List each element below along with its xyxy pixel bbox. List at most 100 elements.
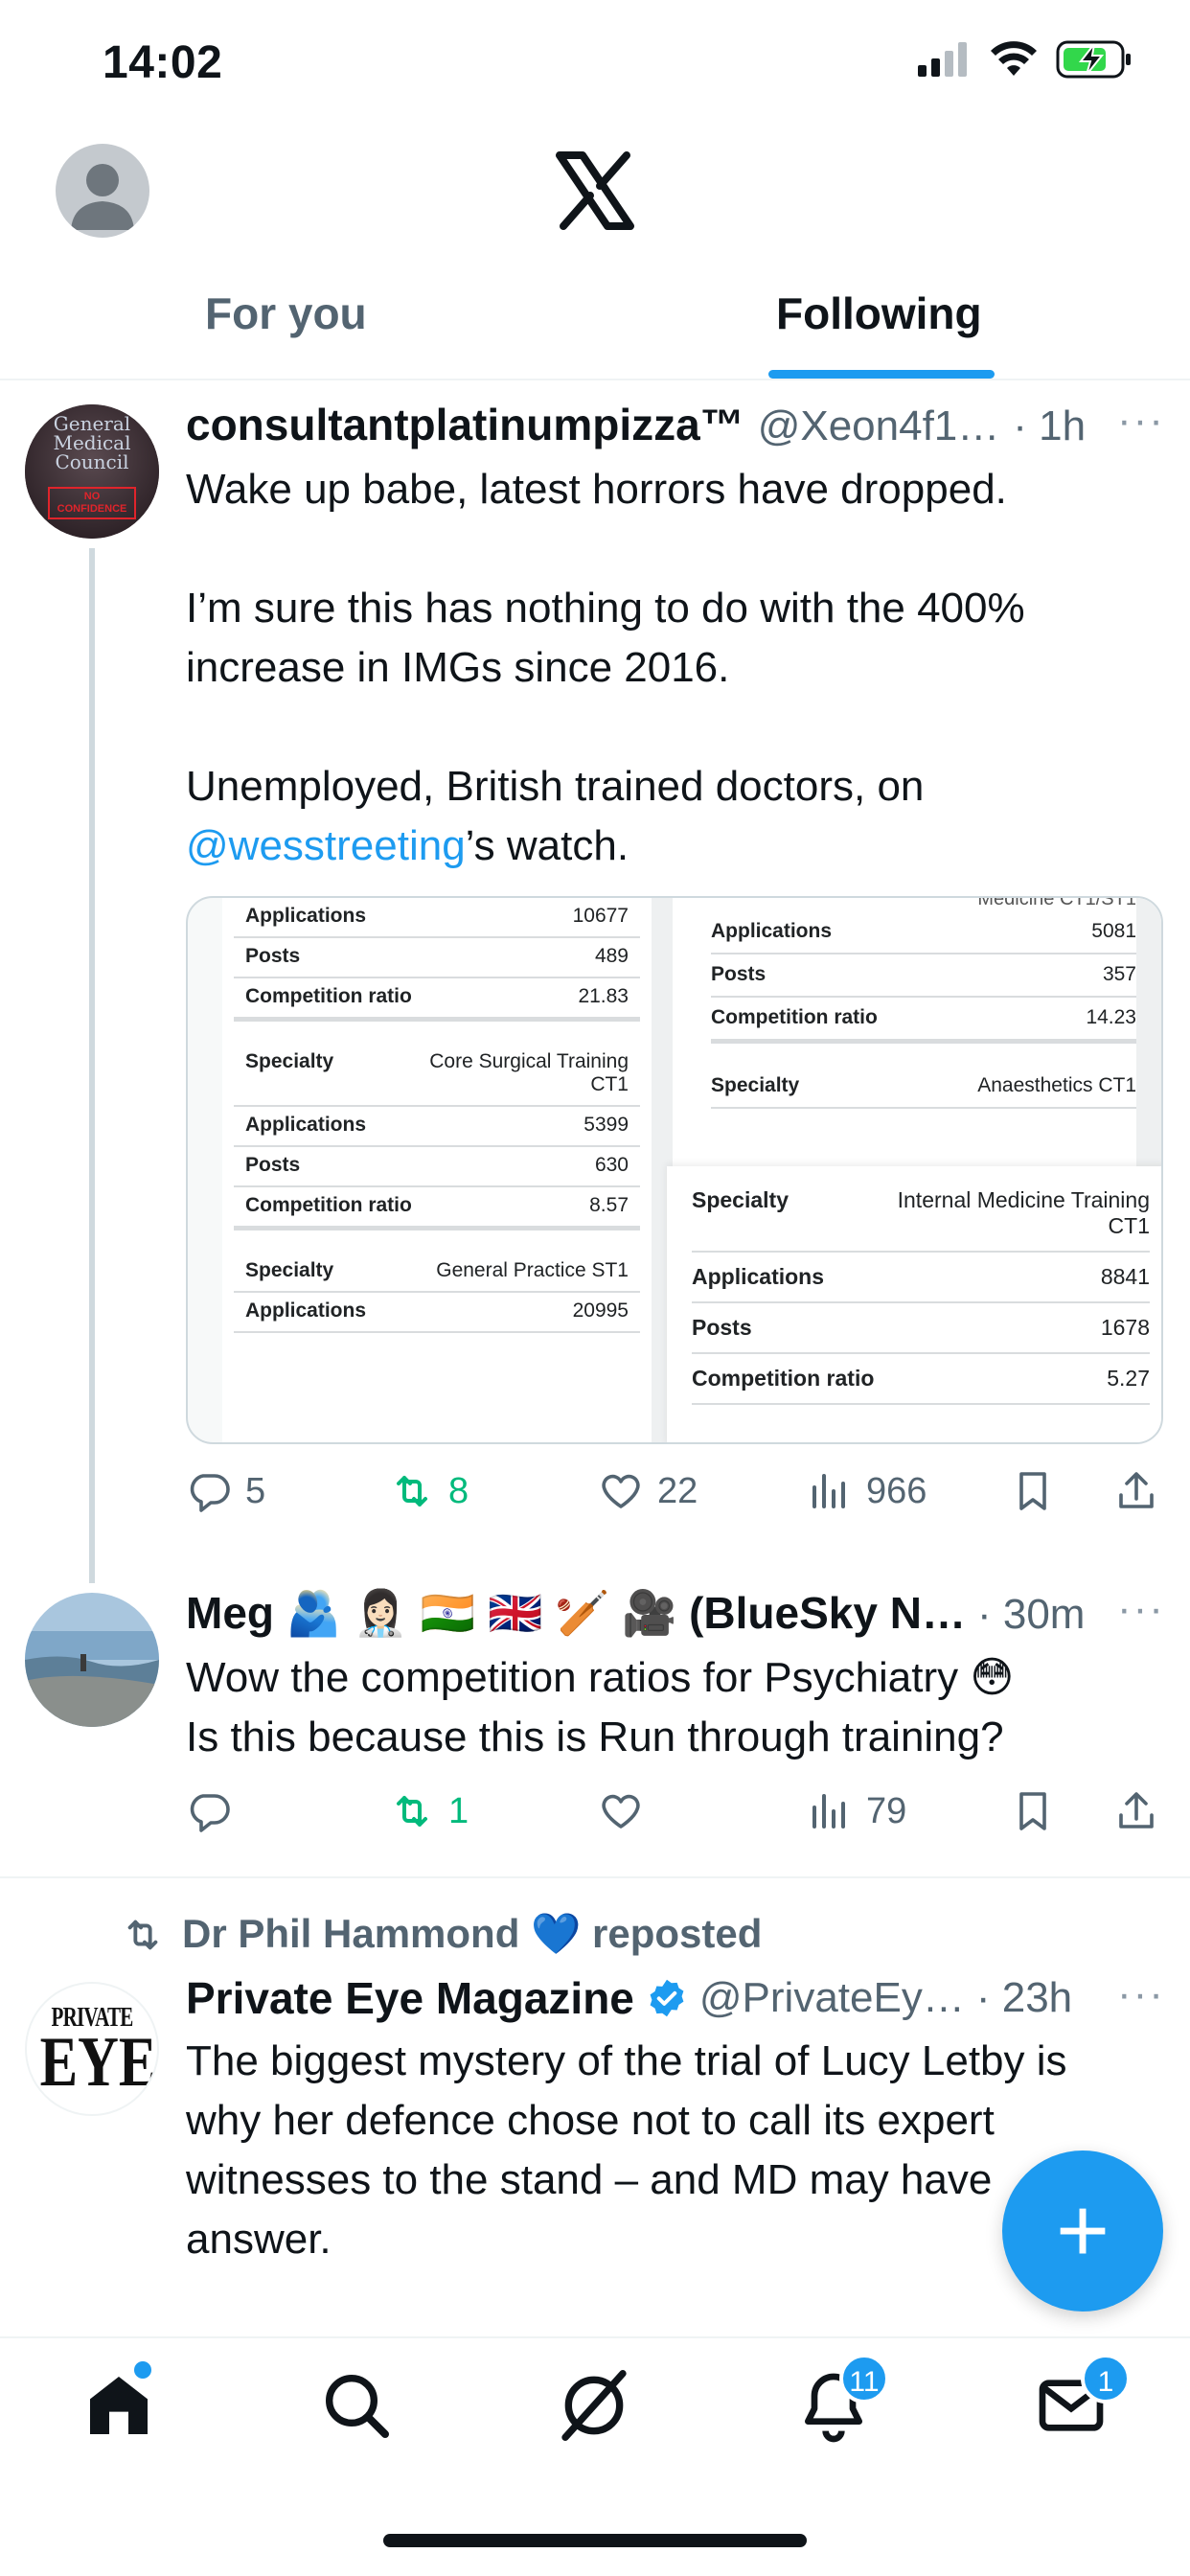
search-icon[interactable] [318,2367,395,2444]
avatar-text-line: Council [55,450,129,473]
verified-badge-icon [650,1979,684,2017]
home-icon[interactable] [80,2367,157,2444]
heart-icon [602,1474,640,1508]
more-options-icon[interactable]: ··· [1117,1970,1165,2018]
media-table-row: Competition ratio 21.83 [234,978,640,1019]
tab-for-you[interactable]: For you [205,288,367,339]
views-button[interactable]: 79 [807,1788,906,1834]
reply-button[interactable]: 5 [186,1468,265,1514]
compose-post-button[interactable]: + [1002,2150,1163,2312]
views-chart-icon [812,1794,845,1828]
tab-following[interactable]: Following [776,288,982,339]
views-chart-icon [812,1474,845,1508]
tweet-time[interactable]: · 23h [976,1974,1072,2022]
media-row-key: Specialty [711,1074,800,1096]
media-row-value: 8841 [1100,1264,1150,1289]
views-button[interactable]: 966 [807,1468,927,1514]
avatar-text-line: Medical [53,431,131,454]
media-row-key: Specialty [692,1187,789,1212]
beach-photo [25,1593,159,1727]
like-button[interactable]: 22 [598,1468,698,1514]
media-table-row: Applications 20995 [234,1293,640,1333]
repost-button[interactable]: 8 [389,1468,469,1514]
media-row-key: Applications [692,1264,825,1289]
tweet-header: Private Eye Magazine @PrivateEy… · 23h [186,1972,1072,2024]
tweet-text-line: why her defence chose not to call its ex… [186,2097,995,2144]
media-table-row: Specialty Core Surgical Training CT1 [234,1044,640,1107]
repost-icon [397,1796,427,1827]
more-options-icon[interactable]: ··· [1117,1585,1165,1633]
tweet-text-line: Is this because this is Run through trai… [186,1714,1004,1760]
media-row-key: Competition ratio [692,1366,875,1391]
tweet-avatar[interactable]: PRIVATE EYE [25,1982,159,2116]
view-count: 966 [866,1470,927,1511]
more-options-icon[interactable]: ··· [1117,397,1165,445]
like-button[interactable] [598,1788,657,1834]
tweet-text: Wow the competition ratios for Psychiatr… [186,1648,1173,1767]
tweet-time[interactable]: · 30m [977,1591,1085,1639]
tweet-text-line: increase in IMGs since 2016. [186,644,730,691]
author-name[interactable]: Meg 🫂 👩🏻‍⚕️ 🇮🇳 🇬🇧 🏏 🎥 (BlueSky N… [186,1587,966,1640]
tweet-avatar[interactable]: General Medical Council NO CONFIDENCE [25,404,159,539]
repost-context[interactable]: Dr Phil Hammond 💙 reposted [121,1911,762,1958]
author-name[interactable]: Private Eye Magazine [186,1972,634,2024]
share-icon[interactable] [1113,1788,1159,1834]
media-table-row: Specialty Internal Medicine Training CT1 [692,1176,1150,1253]
media-row-value: 21.83 [578,985,629,1007]
notifications-badge: 11 [839,2354,889,2404]
mention-link[interactable]: @wesstreeting [186,822,466,869]
media-row-value: 630 [594,1154,629,1176]
media-table-row: Specialty General Practice ST1 [234,1253,640,1293]
media-panel-right-bottom: Specialty Internal Medicine Training CT1 A… [667,1166,1161,1442]
x-logo-icon[interactable] [556,151,634,230]
battery-charging-icon [1056,40,1131,79]
grok-icon[interactable] [556,2367,632,2444]
bookmark-icon[interactable] [1010,1468,1056,1514]
media-row-key: Posts [692,1315,752,1340]
media-row-gap [234,1228,640,1253]
media-row-key: Posts [245,1154,301,1176]
media-table-row: Specialty Anaesthetics CT1 [711,1066,1136,1109]
media-row-key: Specialty [245,1050,334,1072]
media-row-value: 8.57 [589,1194,629,1216]
tweet-time[interactable]: · 1h [1013,402,1086,450]
media-row-value: 5399 [584,1114,629,1136]
media-row-value: 5.27 [1107,1366,1150,1391]
author-handle[interactable]: @Xeon4f1… [758,402,1000,450]
author-name[interactable]: consultantplatinumpizza™ [186,399,744,450]
header-divider [0,379,1190,380]
profile-avatar[interactable] [56,144,149,238]
media-row-value: 357 [1102,963,1136,985]
media-row-value: 14.23 [1086,1006,1136,1028]
media-row-value: Anaesthetics CT1 [977,1074,1136,1096]
media-row-key: Applications [711,920,833,942]
media-row-key: Applications [245,1114,367,1136]
like-count: 22 [657,1470,698,1511]
status-time: 14:02 [103,37,223,88]
tweet-text-line: I’m sure this has nothing to do with the… [186,585,1025,632]
reply-button[interactable] [186,1788,245,1834]
media-row-key: Posts [711,963,767,985]
media-row-value: 5081 [1091,920,1136,942]
media-row-value: Core Surgical Training CT1 [429,1050,629,1095]
bookmark-icon[interactable] [1010,1788,1056,1834]
avatar-text-line: General [53,412,131,435]
media-row-key: Competition ratio [245,1194,412,1216]
repost-button[interactable]: 1 [389,1788,469,1834]
media-row-value: General Practice ST1 [436,1259,629,1281]
media-row-value: 1678 [1100,1315,1150,1340]
repost-icon [127,1920,158,1949]
repost-icon [397,1476,427,1506]
media-row-value: 489 [594,945,629,967]
tweet-avatar[interactable] [25,1593,159,1727]
cellular-signal-icon [918,42,967,77]
tweet-divider [0,1876,1190,1878]
media-row-key: Competition ratio [245,985,412,1007]
tweet-media-image[interactable]: Applications 10677 Posts 489 Competition rat… [186,896,1163,1444]
thread-connector [89,548,95,1583]
cut-heading: Medicine CT1/ST1 [977,898,1136,909]
active-tab-indicator [768,370,995,379]
share-icon[interactable] [1113,1468,1159,1514]
repost-context-label: Dr Phil Hammond 💙 reposted [182,1911,763,1956]
author-handle[interactable]: @PrivateEy… [699,1974,965,2022]
